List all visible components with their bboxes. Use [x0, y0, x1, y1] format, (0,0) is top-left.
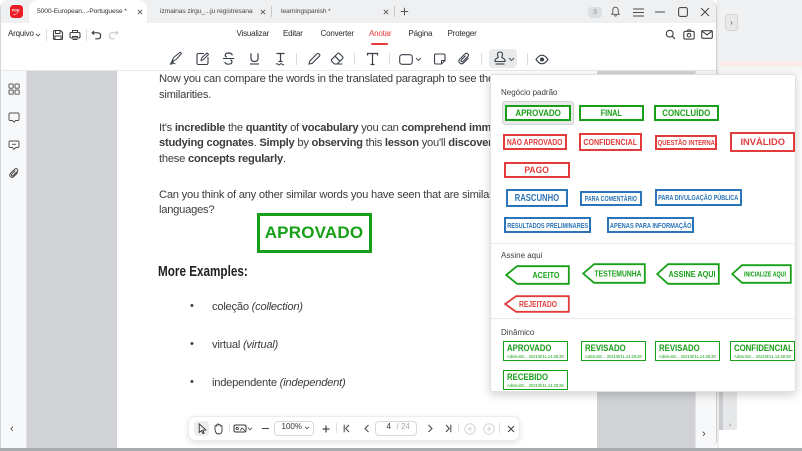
svg-text:PDF: PDF	[12, 9, 20, 13]
svg-text:TESTEMUNHA: TESTEMUNHA	[595, 270, 642, 279]
svg-text:ACEITO: ACEITO	[533, 270, 560, 280]
svg-text:INICIALIZE AQUI: INICIALIZE AQUI	[744, 271, 786, 278]
svg-text:REJEITADO: REJEITADO	[519, 300, 557, 309]
svg-text:ASSINE AQUI: ASSINE AQUI	[669, 269, 716, 279]
